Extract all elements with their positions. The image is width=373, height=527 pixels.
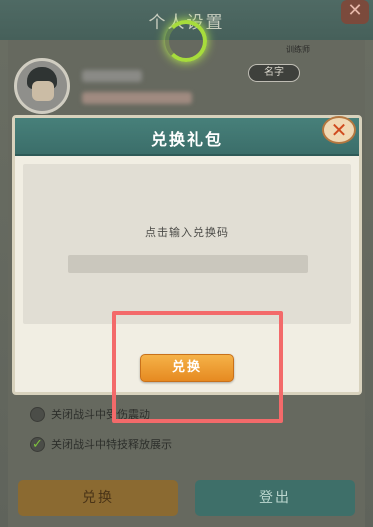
- avatar[interactable]: [14, 58, 70, 114]
- rank-label: 训练师: [286, 45, 310, 54]
- checkmark-icon[interactable]: ✓: [30, 436, 45, 452]
- logout-button[interactable]: 登出: [195, 480, 355, 516]
- rename-button[interactable]: 名字: [248, 64, 300, 82]
- code-input-area[interactable]: 点击输入兑换码: [23, 164, 351, 324]
- highlight-box: [112, 311, 283, 423]
- redeem-open-button[interactable]: 兑换: [18, 480, 178, 516]
- modal-header: 兑换礼包: [15, 118, 359, 156]
- player-name-redacted: [82, 70, 142, 82]
- modal-title: 兑换礼包: [150, 130, 223, 149]
- avatar-face: [32, 81, 54, 101]
- rename-label: 名字: [264, 67, 284, 78]
- code-input-prompt: 点击输入兑换码: [145, 226, 229, 239]
- unchecked-box-icon[interactable]: [30, 406, 45, 422]
- option-skill-display[interactable]: ✓ 关闭战斗中特技释放展示: [30, 435, 172, 453]
- logout-label: 登出: [259, 490, 291, 506]
- player-id-redacted: [82, 92, 192, 104]
- loading-spinner-icon: [165, 20, 207, 62]
- close-icon[interactable]: ✕: [322, 116, 356, 144]
- close-icon[interactable]: ✕: [341, 0, 369, 24]
- code-input[interactable]: [68, 255, 308, 273]
- option-label: 关闭战斗中特技释放展示: [51, 438, 172, 451]
- redeem-open-label: 兑换: [82, 490, 114, 506]
